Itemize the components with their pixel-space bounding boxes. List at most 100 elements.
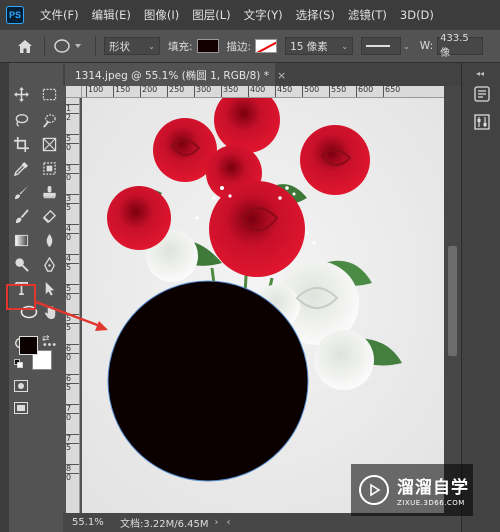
history-brush-tool-icon[interactable] (11, 206, 31, 226)
right-panel-strip: ◂◂ (461, 63, 500, 532)
ruler-tick-label: 3 (66, 194, 79, 203)
watermark-title: 溜溜自学 (397, 478, 469, 498)
watermark-subtitle: ZIXUE.3D66.COM (397, 499, 465, 507)
document-size-info: 文档:3.22M/6.45M (120, 519, 209, 530)
screen-mode-icon[interactable] (14, 402, 28, 416)
black-ellipse-shape[interactable] (107, 280, 309, 482)
ruler-tick-label: 5 (66, 284, 79, 293)
ruler-tick-label: 0 (66, 353, 79, 362)
ruler-tick-label: 100 (86, 86, 103, 97)
ruler-tick-label: 200 (140, 86, 157, 97)
ruler-tick-label: 600 (356, 86, 373, 97)
ruler-tick-label: 1 (66, 104, 79, 113)
eraser-tool-icon[interactable] (39, 206, 59, 226)
vertical-ruler: 1 2 5 0 3 0 3 5 4 0 4 5 5 0 5 5 6 0 6 5 … (66, 98, 80, 513)
blur-tool-icon[interactable] (39, 230, 59, 250)
adjustments-panel-icon[interactable] (473, 113, 491, 131)
stroke-color-swatch[interactable] (255, 39, 278, 53)
foreground-color-swatch[interactable] (19, 336, 38, 355)
toolbar (9, 76, 63, 376)
menu-filter[interactable]: 滤镜(T) (348, 7, 387, 23)
properties-panel-icon[interactable] (473, 85, 491, 103)
stroke-width-value: 15 像素 (290, 40, 328, 53)
menu-image[interactable]: 图像(I) (144, 7, 179, 23)
hand-tool-icon[interactable] (41, 302, 61, 322)
canvas[interactable] (82, 98, 444, 513)
ruler-tick-label: 3 (66, 164, 79, 173)
brush-tool-icon[interactable] (11, 182, 31, 202)
fill-label: 填充: (168, 40, 193, 53)
ruler-tick-label: 250 (167, 86, 184, 97)
document-tab-title: 1314.jpeg @ 55.1% (椭圆 1, RGB/8) * (75, 70, 269, 82)
ellipse-tool-preset-icon[interactable] (53, 36, 87, 56)
content-aware-tool-icon[interactable] (39, 158, 59, 178)
default-colors-icon[interactable] (14, 358, 23, 368)
play-logo-icon (359, 475, 389, 505)
ruler-tick-label: 2 (66, 113, 79, 122)
path-selection-tool-icon[interactable] (39, 278, 59, 298)
move-tool-icon[interactable] (11, 84, 31, 104)
quick-selection-tool-icon[interactable] (39, 110, 59, 130)
ruler-tick-label: 150 (113, 86, 130, 97)
menu-layer[interactable]: 图层(L) (192, 7, 230, 23)
close-icon[interactable]: × (277, 69, 286, 82)
menu-3d[interactable]: 3D(D) (400, 8, 434, 22)
chevron-down-icon: ⌄ (341, 41, 349, 51)
scrollbar-thumb[interactable] (448, 246, 457, 356)
pen-tool-icon[interactable] (39, 254, 59, 274)
stroke-label: 描边: (226, 40, 252, 53)
quick-mask-icon[interactable] (14, 380, 28, 394)
ruler-tick-label: 0 (66, 473, 79, 482)
gradient-tool-icon[interactable] (11, 230, 31, 250)
lasso-tool-icon[interactable] (11, 110, 31, 130)
zoom-level[interactable]: 55.1% (72, 517, 120, 528)
ruler-tick-label: 350 (221, 86, 238, 97)
width-label: W: (419, 40, 434, 52)
expand-panels-icon[interactable]: ◂◂ (476, 69, 484, 78)
menu-file[interactable]: 文件(F) (40, 7, 79, 23)
crop-tool-icon[interactable] (11, 134, 31, 154)
ruler-tick-label: 5 (66, 263, 79, 272)
stroke-type-dropdown[interactable] (361, 37, 402, 55)
ruler-tick-label: 4 (66, 224, 79, 233)
ruler-tick-label: 0 (66, 233, 79, 242)
options-bar: 形状 ⌄ 填充: 描边: 15 像素 ⌄ ⌄ W: 433.5 像 (0, 30, 500, 63)
frame-tool-icon[interactable] (39, 134, 59, 154)
status-menu-arrow[interactable]: › (215, 517, 219, 528)
stroke-width-field[interactable]: 15 像素 ⌄ (285, 37, 354, 55)
ruler-tick-label: 5 (66, 323, 79, 332)
clone-stamp-tool-icon[interactable] (39, 182, 59, 202)
width-input[interactable]: 433.5 像 (437, 33, 484, 59)
home-icon[interactable] (14, 35, 36, 57)
dodge-tool-icon[interactable] (11, 254, 31, 274)
ruler-tick-label: 500 (302, 86, 319, 97)
ruler-tick-label: 0 (66, 413, 79, 422)
watermark: 溜溜自学 ZIXUE.3D66.COM (351, 464, 473, 516)
vertical-scrollbar[interactable] (444, 86, 461, 513)
chevron-down-icon: ⌄ (403, 41, 410, 51)
photoshop-logo-icon[interactable]: PS (6, 6, 24, 24)
swap-colors-icon[interactable]: ⇄ (42, 334, 50, 344)
ruler-tick-label: 0 (66, 293, 79, 302)
scroll-left-icon[interactable]: ‹ (227, 517, 231, 528)
document-tab[interactable]: 1314.jpeg @ 55.1% (椭圆 1, RGB/8) * × (65, 63, 286, 86)
ruler-tick-label: 5 (66, 383, 79, 392)
tool-mode-dropdown[interactable]: 形状 ⌄ (104, 37, 160, 55)
menu-type[interactable]: 文字(Y) (244, 7, 283, 23)
menu-select[interactable]: 选择(S) (296, 7, 335, 23)
fill-color-swatch[interactable] (196, 39, 219, 53)
ruler-tick-label: 0 (66, 143, 79, 152)
ruler-tick-label: 6 (66, 374, 79, 383)
ruler-tick-label: 6 (66, 344, 79, 353)
ruler-tick-label: 8 (66, 464, 79, 473)
menu-edit[interactable]: 编辑(E) (92, 7, 131, 23)
ruler-tick-label: 650 (383, 86, 400, 97)
ruler-tick-label: 300 (194, 86, 211, 97)
eyedropper-tool-icon[interactable] (11, 158, 31, 178)
horizontal-ruler: 100 150 200 250 300 350 400 450 500 550 … (82, 86, 444, 98)
menu-bar: PS 文件(F) 编辑(E) 图像(I) 图层(L) 文字(Y) 选择(S) 滤… (0, 0, 500, 30)
tool-mode-value: 形状 (109, 40, 130, 53)
marquee-tool-icon[interactable] (39, 84, 59, 104)
ruler-tick-label: 5 (66, 314, 79, 323)
ruler-tick-label: 450 (275, 86, 292, 97)
